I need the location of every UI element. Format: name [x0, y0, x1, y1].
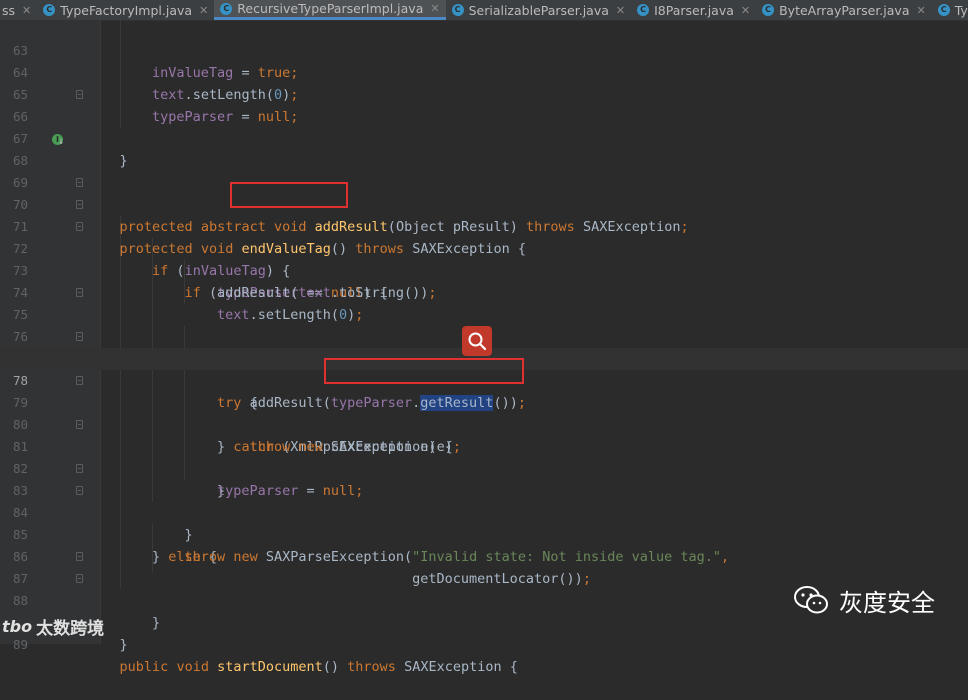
code-line: 73 addResult(text.toString());: [0, 238, 968, 301]
tab-label: TypeFactoryImpl.java: [60, 2, 193, 18]
tab-ss[interactable]: ss ✕: [0, 0, 37, 20]
class-icon: C: [937, 4, 950, 16]
code-line: 71 if (inValueTag) {: [0, 194, 968, 279]
tab-label: ss: [2, 2, 16, 18]
highlight-box-endvaluetag: [230, 182, 348, 208]
close-icon[interactable]: ✕: [199, 4, 208, 17]
close-icon[interactable]: ✕: [430, 2, 439, 15]
class-icon: C: [637, 4, 650, 16]
tab-typefactoryimpl[interactable]: C TypeFactoryImpl.java ✕: [37, 0, 214, 20]
highlight-box-getresult: [324, 358, 524, 384]
tab-label: I8Parser.java: [654, 2, 734, 18]
fold-icon[interactable]: [76, 200, 83, 209]
code-line: 74 text.setLength(0);: [0, 260, 968, 323]
fold-icon[interactable]: [76, 288, 83, 297]
fold-icon[interactable]: [76, 464, 83, 473]
fold-icon[interactable]: [76, 332, 83, 341]
code-line: 67: [0, 106, 968, 146]
tab-label: SerializableParser.java: [468, 2, 609, 18]
code-line: 70 protected void endValueTag() throws S…: [0, 172, 968, 257]
code-line: 66 }: [0, 84, 968, 169]
watermark-logo: tbo: [2, 616, 33, 636]
tab-recursivetypeparserimpl[interactable]: C RecursiveTypeParserImpl.java ✕: [214, 0, 446, 20]
tab-serializableparser[interactable]: C SerializableParser.java ✕: [446, 0, 632, 20]
code-line: 64 text.setLength(0);: [0, 40, 968, 103]
close-icon[interactable]: ✕: [22, 4, 31, 17]
wechat-icon: [794, 586, 828, 614]
close-icon[interactable]: ✕: [616, 4, 625, 17]
code-line: 68 I ↓ protected abstract void addResult…: [0, 128, 968, 235]
code-line: 75 } else {: [0, 282, 968, 367]
code-line: 81 }: [0, 414, 968, 499]
code-line: 83 }: [0, 458, 968, 543]
code-text: public void startDocument() throws SAXEx…: [119, 659, 518, 675]
code-line: 69: [0, 150, 968, 190]
fold-icon[interactable]: [76, 376, 83, 385]
code-line: 84 } else {: [0, 480, 968, 565]
watermark-text: 太数跨境: [36, 618, 105, 639]
code-line: 76 typeParser.endDocument();: [0, 304, 968, 367]
tab-i8parser[interactable]: C I8Parser.java ✕: [631, 0, 756, 20]
fold-icon[interactable]: [76, 90, 83, 99]
class-icon: C: [220, 2, 233, 15]
code-editor[interactable]: 63 inValueTag = true; 64 text.setLength(…: [0, 18, 968, 675]
line-number: 88: [12, 593, 28, 608]
code-line: 86 getDocumentLocator());: [0, 524, 968, 587]
code-line: 80 throw new SAXException(e);: [0, 392, 968, 455]
watermark-right: 灰度安全: [793, 582, 935, 618]
class-icon: C: [43, 4, 56, 16]
tab-label: ByteArrayParser.java: [779, 2, 910, 18]
fold-icon[interactable]: [76, 222, 83, 231]
fold-icon[interactable]: [76, 420, 83, 429]
fold-icon[interactable]: [76, 178, 83, 187]
code-line: 82 typeParser = null;: [0, 436, 968, 499]
close-icon[interactable]: ✕: [741, 4, 750, 17]
class-icon: C: [762, 4, 775, 16]
watermark-text: 灰度安全: [839, 588, 935, 617]
tab-bytearrayparser[interactable]: C ByteArrayParser.java ✕: [756, 0, 932, 20]
fold-icon[interactable]: [76, 574, 83, 583]
tab-typep[interactable]: C TypeP: [932, 0, 968, 20]
fold-icon[interactable]: [76, 486, 83, 495]
code-line: 72 if (typeParser == null) {: [0, 216, 968, 301]
class-icon: C: [451, 4, 464, 16]
close-icon[interactable]: ✕: [916, 4, 925, 17]
code-line: 65 typeParser = null;: [0, 62, 968, 125]
tab-label: TypeP: [954, 2, 968, 18]
search-icon: [468, 332, 487, 351]
search-button[interactable]: [462, 326, 492, 356]
watermark-left: tbo 太数跨境: [2, 612, 104, 640]
code-line: 87 }: [0, 546, 968, 631]
fold-icon[interactable]: [76, 552, 83, 561]
code-line: 85 throw new SAXParseException("Invalid …: [0, 502, 968, 565]
code-line: 63 inValueTag = true;: [0, 18, 968, 81]
tab-label: RecursiveTypeParserImpl.java: [237, 1, 424, 16]
